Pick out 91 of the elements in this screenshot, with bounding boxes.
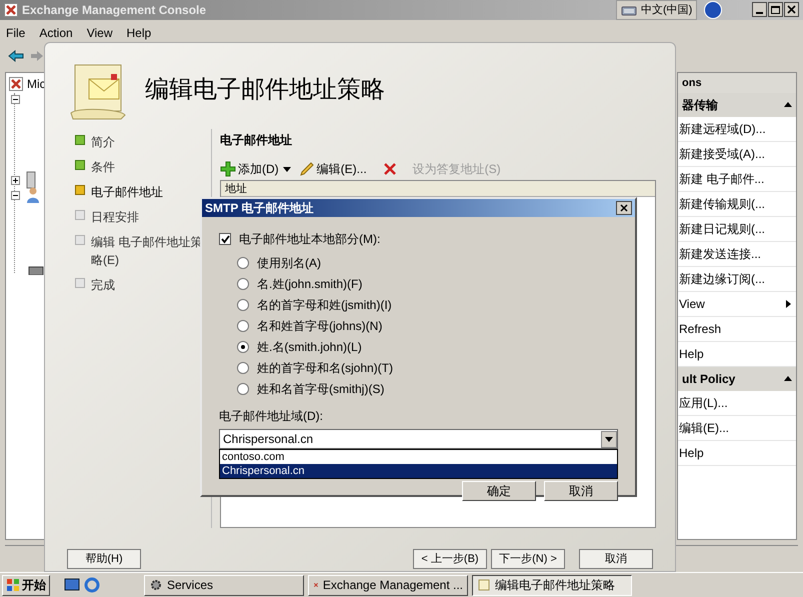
format-radio[interactable]: 名和姓首字母(johns)(N) bbox=[237, 315, 618, 336]
actions-section-header[interactable]: ult Policy bbox=[678, 367, 796, 391]
format-radio[interactable]: 姓.名(smith.john)(L) bbox=[237, 336, 618, 357]
dropdown-caret-icon[interactable] bbox=[282, 165, 291, 173]
radio-button[interactable] bbox=[237, 278, 249, 290]
wizard-step: 电子邮件地址 bbox=[91, 183, 163, 201]
close-icon bbox=[620, 204, 628, 212]
task-link[interactable]: Help bbox=[679, 444, 704, 462]
task-link[interactable]: 新建接受域(A)... bbox=[679, 145, 765, 163]
domain-label: 电子邮件地址域(D): bbox=[219, 408, 324, 425]
exchange-icon bbox=[9, 77, 23, 91]
radio-button[interactable] bbox=[237, 256, 249, 268]
checkbox[interactable] bbox=[219, 233, 231, 245]
actions-section-header[interactable]: 器传输 bbox=[678, 93, 796, 117]
windows-logo-icon bbox=[6, 578, 20, 592]
domain-dropdown[interactable]: Chrispersonal.cn bbox=[219, 429, 618, 449]
task-link[interactable]: 新建发送连接... bbox=[679, 245, 762, 263]
radio-button[interactable] bbox=[237, 298, 249, 310]
document-icon bbox=[477, 578, 491, 592]
server-icon bbox=[26, 171, 36, 189]
radio-button[interactable] bbox=[237, 320, 249, 332]
task-link[interactable]: Help bbox=[679, 345, 704, 363]
dropdown-arrow-icon[interactable] bbox=[605, 435, 613, 443]
format-radio[interactable]: 使用别名(A) bbox=[237, 252, 618, 273]
format-radio[interactable]: 名.姓(john.smith)(F) bbox=[237, 273, 618, 294]
language-bar[interactable]: 中文(中国) bbox=[616, 0, 698, 20]
close-button[interactable] bbox=[616, 201, 632, 215]
section-title: 电子邮件地址 bbox=[220, 132, 293, 149]
user-icon bbox=[26, 187, 40, 203]
minimize-button[interactable] bbox=[752, 2, 767, 17]
format-radio[interactable]: 姓和名首字母(smithj)(S) bbox=[237, 378, 618, 399]
delete-icon[interactable] bbox=[382, 162, 397, 176]
add-button[interactable]: 添加(D) bbox=[220, 160, 279, 178]
plus-icon bbox=[220, 161, 236, 177]
dropdown-option[interactable]: Chrispersonal.cn bbox=[220, 464, 617, 478]
taskbar-button[interactable]: Exchange Management ... bbox=[308, 574, 468, 596]
menu-item[interactable]: Action bbox=[39, 24, 73, 42]
start-button[interactable]: 开始 bbox=[2, 574, 50, 596]
radio-button[interactable] bbox=[237, 382, 249, 394]
menu-item[interactable]: File bbox=[6, 24, 26, 42]
task-link[interactable]: View bbox=[679, 295, 705, 313]
edit-button[interactable]: 编辑(E)... bbox=[298, 160, 367, 178]
wizard-button[interactable]: 帮助(H) bbox=[67, 549, 141, 569]
exchange-logo-icon bbox=[4, 3, 18, 17]
task-link[interactable]: 新建 电子邮件... bbox=[679, 170, 764, 188]
menu-item[interactable]: View bbox=[86, 24, 112, 42]
wizard-step: 日程安排 bbox=[91, 208, 139, 226]
menu-item[interactable]: Help bbox=[126, 24, 152, 42]
window-title: Exchange Management Console bbox=[22, 2, 206, 19]
collapse-icon[interactable] bbox=[11, 191, 20, 200]
task-link[interactable]: 新建传输规则(... bbox=[679, 195, 765, 213]
language-label: 中文(中国) bbox=[641, 2, 692, 18]
task-link[interactable]: 新建远程域(D)... bbox=[679, 120, 766, 138]
dialog-button[interactable]: 确定 bbox=[462, 481, 536, 501]
dropdown-option[interactable]: contoso.com bbox=[220, 450, 617, 464]
collapse-arrow-icon[interactable] bbox=[784, 375, 792, 383]
back-arrow-icon[interactable] bbox=[8, 50, 24, 62]
maximize-button[interactable] bbox=[768, 2, 783, 17]
wizard-button[interactable]: 取消 bbox=[579, 549, 653, 569]
format-radio[interactable]: 名的首字母和姓(jsmith)(I) bbox=[237, 294, 618, 315]
wizard-button[interactable]: 下一步(N) > bbox=[491, 549, 565, 569]
task-link[interactable]: Refresh bbox=[679, 320, 722, 338]
expand-icon[interactable] bbox=[11, 176, 20, 185]
desktop-icon[interactable] bbox=[64, 577, 80, 593]
taskbar-button[interactable]: 编辑电子邮件地址策略 bbox=[472, 574, 632, 596]
dialog-title: SMTP 电子邮件地址 bbox=[205, 200, 314, 217]
gear-icon bbox=[149, 578, 163, 592]
wizard-step: 简介 bbox=[91, 133, 115, 151]
column-header[interactable]: 地址 bbox=[221, 181, 655, 196]
radio-button[interactable] bbox=[237, 362, 249, 374]
radio-button[interactable] bbox=[237, 340, 249, 352]
format-radio[interactable]: 姓的首字母和名(sjohn)(T) bbox=[237, 357, 618, 378]
close-icon bbox=[787, 5, 796, 14]
close-button[interactable] bbox=[784, 2, 799, 17]
collapse-arrow-icon[interactable] bbox=[784, 101, 792, 109]
task-link[interactable]: 新建边缘订阅(... bbox=[679, 270, 765, 288]
actions-header: ons bbox=[678, 73, 796, 93]
submenu-arrow-icon[interactable] bbox=[784, 300, 792, 308]
collapse-icon[interactable] bbox=[11, 95, 20, 104]
wizard-title: 编辑电子邮件地址策略 bbox=[145, 76, 385, 105]
pencil-icon bbox=[298, 161, 315, 177]
task-link[interactable]: 编辑(E)... bbox=[679, 419, 729, 437]
task-link[interactable]: 新建日记规则(... bbox=[679, 220, 765, 238]
taskbar-button[interactable]: Services bbox=[144, 574, 304, 596]
task-link[interactable]: 应用(L)... bbox=[679, 394, 728, 412]
keyboard-icon bbox=[621, 4, 637, 16]
local-part-checkbox[interactable]: 电子邮件地址本地部分(M): bbox=[219, 232, 618, 246]
dialog-button[interactable]: 取消 bbox=[544, 481, 618, 501]
wizard-step: 完成 bbox=[91, 276, 115, 294]
wizard-button[interactable]: < 上一步(B) bbox=[413, 549, 487, 569]
wizard-step: 条件 bbox=[91, 158, 115, 176]
